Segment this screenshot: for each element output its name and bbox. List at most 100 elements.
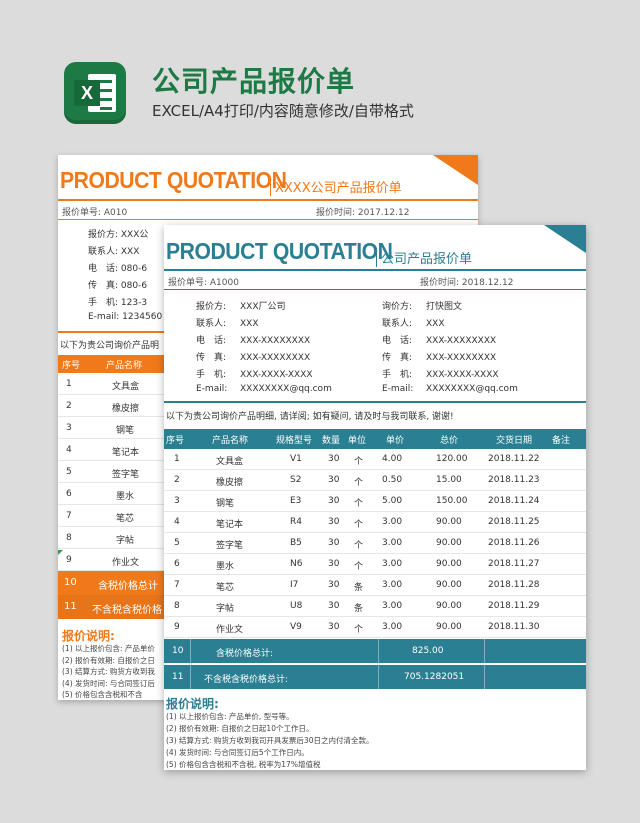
table-cell-name: 字帖	[216, 604, 235, 614]
table-row: 1 文具盒 V1 30 个 4.00 120.00 2018.11.22	[164, 449, 586, 470]
table-cell-model: U8	[290, 601, 303, 611]
table-row: 4 笔记本 R4 30 个 3.00 90.00 2018.11.25	[164, 512, 586, 533]
table-row: 5 签字笔 B5 30 个 3.00 90.00 2018.11.26	[164, 533, 586, 554]
table-cell-unit: 个	[354, 541, 364, 551]
column-header: 数量	[322, 436, 341, 446]
table-cell-name: 作业文	[216, 625, 244, 635]
contact-line: 电 话: XXX-XXXXXXXX	[382, 336, 497, 346]
contact-line: 报价方: XXX公	[88, 230, 149, 240]
column-header: 产品名称	[106, 361, 143, 371]
notes-title: 报价说明:	[166, 697, 219, 711]
table-cell-unit: 个	[354, 625, 364, 635]
note-item: (5) 价格包含含税和不含	[62, 690, 143, 699]
table-cell-model: V9	[290, 622, 302, 632]
table-cell-name: 文具盒	[216, 457, 244, 467]
table-cell-no: 7	[174, 580, 180, 590]
sheet-subtitle: 公司产品报价单	[376, 248, 472, 267]
table-cell-price: 5.00	[382, 496, 403, 506]
table-cell-total: 150.00	[436, 496, 468, 506]
divider	[58, 199, 478, 201]
table-cell-no: 8	[174, 601, 180, 611]
table-cell-no: 3	[174, 496, 180, 506]
contact-line: 联系人: XXX	[196, 319, 259, 329]
table-cell-no: 9	[174, 622, 180, 632]
note-item: (1) 以上报价包含: 产品单价	[62, 644, 155, 653]
table-cell-unit: 个	[354, 520, 364, 530]
note-item: (2) 报价有效期: 自报价之日起10个工作日。	[166, 724, 314, 733]
table-cell-model: R4	[290, 517, 302, 527]
table-cell-date: 2018.11.28	[488, 580, 540, 590]
table-cell-model: E3	[290, 496, 302, 506]
contact-line: 联系人: XXX	[88, 247, 140, 257]
table-cell-no: 6	[174, 559, 180, 569]
notes-list: (1) 以上报价包含: 产品单价 (2) 报价有效期: 自报价之日 (3) 结算…	[62, 643, 155, 700]
table-cell-price: 3.00	[382, 538, 403, 548]
divider	[164, 289, 586, 290]
table-cell-no: 5	[174, 538, 180, 548]
table-cell-qty: 30	[328, 580, 340, 590]
table-cell-total: 120.00	[436, 454, 468, 464]
table-cell-unit: 个	[354, 457, 364, 467]
table-cell-price: 4.00	[382, 454, 403, 464]
column-header: 交货日期	[496, 436, 533, 446]
table-row: 7 笔芯 I7 30 条 3.00 90.00 2018.11.28	[164, 575, 586, 596]
table-cell-total: 90.00	[436, 538, 462, 548]
contact-line: E-mail: XXXXXXXX@qq.com	[382, 384, 518, 394]
contact-line: E-mail: 1234560	[88, 312, 163, 322]
page-header: X 公司产品报价单 EXCEL/A4打印/内容随意修改/自带格式	[0, 0, 640, 140]
note-item: (4) 发货时间: 与合同签订后	[62, 678, 155, 688]
front-quotation-sheet: PRODUCT QUOTATION 公司产品报价单 报价单号: A1000 报价…	[164, 225, 586, 770]
table-row: 8 字帖 U8 30 条 3.00 90.00 2018.11.29	[164, 596, 586, 617]
table-cell-qty: 30	[328, 475, 340, 485]
table-cell-total: 90.00	[436, 559, 462, 569]
table-cell-model: B5	[290, 538, 302, 548]
quote-number: 报价单号: A010	[62, 208, 128, 218]
table-cell-qty: 30	[328, 454, 340, 464]
table-cell-unit: 条	[354, 604, 364, 614]
contact-line: 手 机: 123-3	[88, 298, 148, 308]
column-header: 规格型号	[276, 436, 313, 446]
note-item: (5) 价格包含含税和不含税, 税率为17%增值税	[166, 760, 321, 769]
cell-marker	[58, 550, 63, 555]
table-cell-total: 90.00	[436, 622, 462, 632]
table-cell-unit: 个	[354, 499, 364, 509]
contact-line: 传 真: XXX-XXXXXXXX	[196, 353, 311, 363]
table-cell-date: 2018.11.25	[488, 517, 540, 527]
note-item: (1) 以上报价包含: 产品单价, 型号等。	[166, 712, 294, 721]
contact-line: 电 话: 080-6	[88, 264, 148, 274]
notes-title: 报价说明:	[62, 629, 115, 643]
table-cell-total: 15.00	[436, 475, 462, 485]
excel-icon: X	[64, 62, 126, 124]
table-cell-no: 1	[174, 454, 180, 464]
table-cell-price: 3.00	[382, 580, 403, 590]
contact-line: 传 真: XXX-XXXXXXXX	[382, 353, 497, 363]
column-header: 备注	[552, 436, 571, 446]
contact-line: 询价方: 打快图文	[382, 302, 463, 312]
quote-time: 报价时间: 2017.12.12	[316, 208, 410, 218]
page-title: 公司产品报价单	[152, 65, 356, 98]
table-cell-price: 3.00	[382, 517, 403, 527]
page-subtitle: EXCEL/A4打印/内容随意修改/自带格式	[152, 102, 414, 120]
table-row: 2 橡皮擦 S2 30 个 0.50 15.00 2018.11.23	[164, 470, 586, 491]
table-cell-date: 2018.11.26	[488, 538, 540, 548]
contact-line: 手 机: XXX-XXXX-XXXX	[382, 370, 499, 380]
table-cell-price: 3.00	[382, 559, 403, 569]
contact-line: 手 机: XXX-XXXX-XXXX	[196, 370, 313, 380]
table-row: 9 作业文 V9 30 个 3.00 90.00 2018.11.30	[164, 617, 586, 638]
sheet-title: PRODUCT QUOTATION	[166, 238, 393, 264]
table-cell-model: I7	[290, 580, 299, 590]
table-cell-total: 90.00	[436, 517, 462, 527]
summary-row: 11 不含税含税价格总计: 705.1282051	[164, 665, 586, 689]
sheet-subtitle: XXXX公司产品报价单	[270, 177, 402, 196]
table-cell-total: 90.00	[436, 601, 462, 611]
table-note: 以下为贵公司询价产品明细, 请详阅; 如有疑问, 请及时与我司联系, 谢谢!	[166, 412, 454, 422]
column-header: 单价	[386, 436, 405, 446]
column-header: 总价	[440, 436, 459, 446]
table-cell-unit: 条	[354, 583, 364, 593]
table-cell-name: 笔芯	[216, 583, 235, 593]
contact-line: E-mail: XXXXXXXX@qq.com	[196, 384, 332, 394]
table-cell-date: 2018.11.23	[488, 475, 540, 485]
contact-line: 传 真: 080-6	[88, 281, 148, 291]
contact-line: 联系人: XXX	[382, 319, 445, 329]
contact-line: 电 话: XXX-XXXXXXXX	[196, 336, 311, 346]
